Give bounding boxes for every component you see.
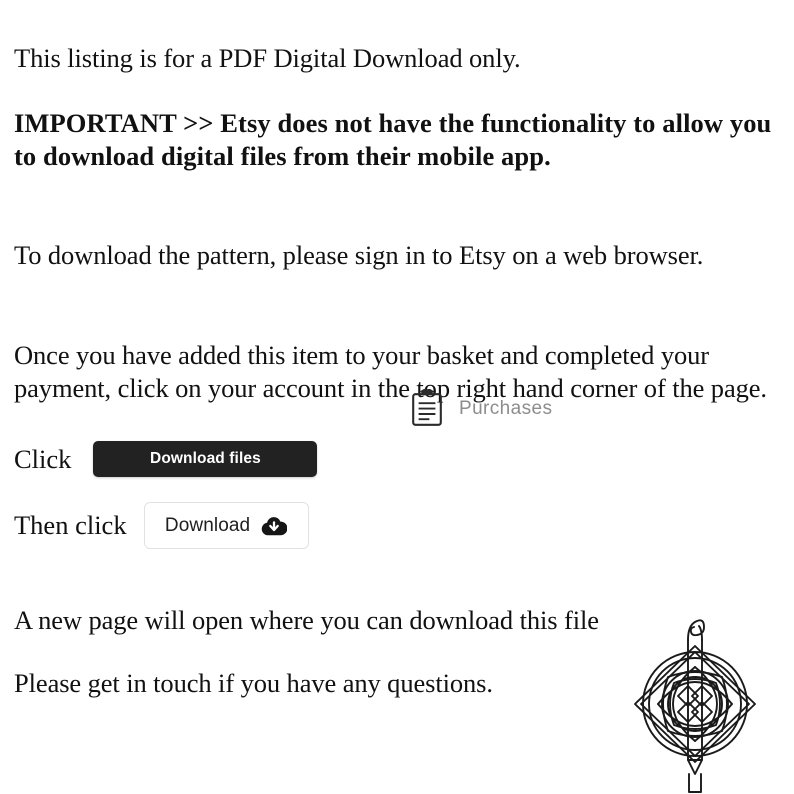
download-button[interactable]: Download <box>143 502 309 549</box>
cloud-download-icon <box>261 515 288 536</box>
clipboard-icon <box>411 389 443 427</box>
celtic-knot-crochet-hook-logo <box>614 614 776 794</box>
purchases-menu-item[interactable]: Purchases <box>411 389 552 427</box>
purchases-label: Purchases <box>459 397 553 419</box>
download-files-button[interactable]: Download files <box>93 441 318 477</box>
web-browser-instruction-paragraph: To download the pattern, please sign in … <box>14 239 704 270</box>
intro-paragraph: This listing is for a PDF Digital Downlo… <box>14 42 521 73</box>
click-download-files-step: Click Download files <box>14 441 318 477</box>
click-label: Click <box>14 443 72 474</box>
download-files-button-label: Download files <box>150 450 261 468</box>
important-notice-paragraph: IMPORTANT >> Etsy does not have the func… <box>14 107 772 172</box>
account-instruction-paragraph: Once you have added this item to your ba… <box>14 339 767 404</box>
then-click-download-step: Then click Download <box>14 502 309 549</box>
download-button-label: Download <box>164 515 251 536</box>
then-click-label: Then click <box>14 510 127 540</box>
instruction-page: This listing is for a PDF Digital Downlo… <box>0 0 794 794</box>
